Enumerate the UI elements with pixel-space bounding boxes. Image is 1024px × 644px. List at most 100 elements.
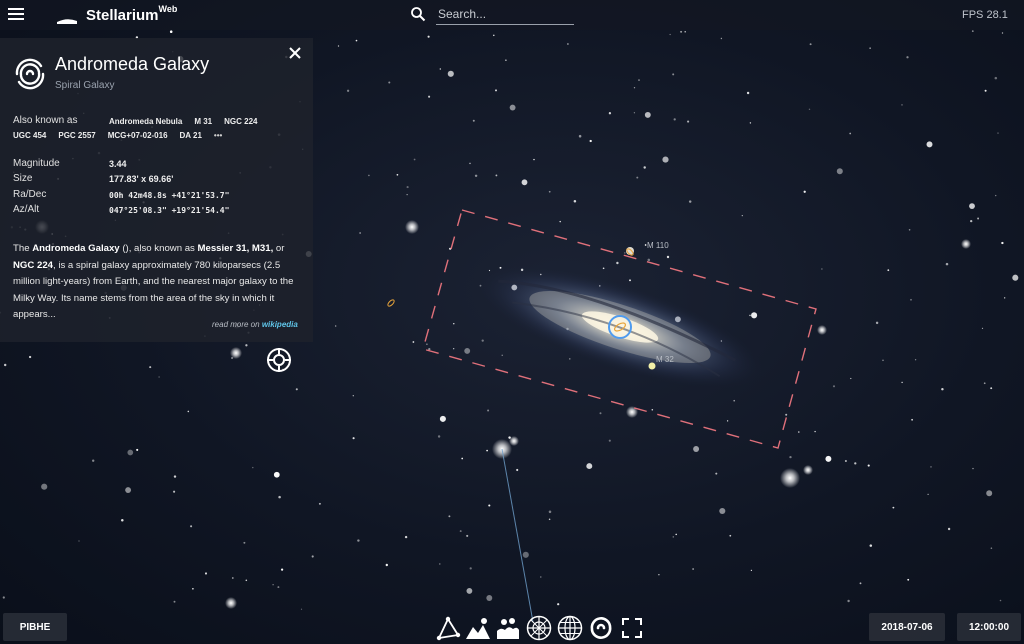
read-more-text: read more on	[212, 320, 262, 329]
star	[906, 56, 909, 59]
desc-text: The	[13, 243, 33, 254]
alias: DA 21	[179, 131, 202, 140]
star	[720, 37, 723, 40]
star	[644, 111, 651, 118]
more-aliases-button[interactable]: •••	[214, 131, 222, 140]
star	[252, 466, 254, 469]
m110-marker[interactable]	[626, 247, 634, 256]
alias: Andromeda Nebula	[109, 117, 183, 126]
star	[633, 112, 636, 114]
star	[469, 162, 471, 165]
star	[158, 376, 160, 378]
star	[673, 118, 676, 121]
star	[887, 269, 890, 272]
star	[352, 437, 355, 440]
search-icon[interactable]	[410, 6, 426, 22]
azimuthal-grid-icon[interactable]	[526, 615, 552, 641]
star	[548, 190, 551, 193]
attr-value-radec: 00h 42m48.8s +41°21'53.7"	[109, 191, 230, 200]
star	[672, 536, 675, 538]
star	[658, 574, 660, 576]
star	[629, 279, 631, 282]
bright-star[interactable]	[803, 465, 813, 475]
star	[741, 214, 743, 217]
star	[821, 268, 823, 270]
read-more: read more on wikipedia	[212, 320, 298, 329]
wikipedia-link[interactable]: wikipedia	[262, 320, 298, 329]
star	[459, 530, 462, 533]
m32-marker[interactable]	[648, 362, 656, 370]
object-description: The Andromeda Galaxy (), also known as M…	[13, 241, 308, 324]
bright-star[interactable]	[780, 468, 800, 488]
star	[669, 33, 671, 36]
fps-counter: FPS 28.1	[962, 9, 1008, 21]
star	[41, 483, 48, 490]
star	[651, 409, 654, 411]
star	[272, 584, 274, 586]
star	[636, 176, 639, 179]
star	[461, 457, 464, 460]
star	[169, 30, 173, 33]
star	[970, 219, 973, 223]
attr-label-size: Size	[13, 173, 33, 184]
star	[869, 544, 873, 547]
star	[990, 387, 993, 390]
star	[481, 339, 484, 342]
bright-star[interactable]	[509, 436, 519, 446]
menu-icon[interactable]	[8, 7, 24, 21]
star	[533, 158, 535, 161]
location-button[interactable]: PIBHE	[3, 613, 67, 641]
star	[633, 87, 636, 89]
bright-star[interactable]	[225, 597, 237, 609]
dso-marker[interactable]	[387, 299, 395, 307]
alias: M 31	[194, 117, 213, 126]
alias-row-1: Andromeda Nebula M 31 NGC 224	[109, 117, 270, 126]
star	[567, 43, 569, 45]
bright-star[interactable]	[405, 220, 419, 234]
also-known-as-label: Also known as	[13, 115, 78, 126]
star	[844, 459, 847, 463]
star	[859, 582, 862, 585]
center-on-object-icon[interactable]	[266, 347, 292, 373]
star	[300, 608, 303, 610]
constellation-lines-icon[interactable]	[436, 615, 462, 641]
search-input[interactable]	[436, 4, 574, 25]
star	[231, 577, 234, 579]
star	[693, 446, 700, 452]
deep-sky-objects-icon[interactable]	[588, 615, 614, 641]
app-title: StellariumWeb	[86, 4, 178, 24]
star	[413, 158, 416, 161]
alias: PGC 2557	[58, 131, 96, 140]
star	[599, 412, 602, 415]
fullscreen-icon[interactable]	[619, 615, 645, 641]
star	[495, 89, 497, 92]
star	[125, 487, 132, 494]
star	[204, 572, 208, 575]
star	[977, 217, 980, 220]
star	[453, 348, 455, 350]
desc-text: (), also known as	[119, 243, 198, 254]
galaxy-icon	[15, 58, 45, 90]
star	[647, 258, 651, 262]
bright-star[interactable]	[230, 347, 242, 359]
date-button[interactable]: 2018-07-06	[869, 613, 945, 641]
equatorial-grid-icon[interactable]	[557, 615, 583, 641]
star	[493, 34, 495, 37]
star	[357, 539, 360, 542]
landscape-icon[interactable]	[465, 615, 491, 641]
app-title-suffix: Web	[158, 4, 178, 14]
star	[127, 449, 134, 456]
time-button[interactable]: 12:00:00	[957, 613, 1021, 641]
star	[981, 327, 984, 330]
bright-star[interactable]	[817, 325, 827, 335]
star	[277, 586, 280, 589]
star	[243, 541, 246, 544]
star	[867, 464, 870, 467]
star	[192, 588, 194, 590]
bright-star[interactable]	[961, 239, 971, 249]
star	[505, 59, 507, 62]
close-icon[interactable]	[287, 45, 303, 61]
atmosphere-icon[interactable]	[495, 615, 521, 641]
star	[616, 261, 619, 265]
attr-value-magnitude: 3.44	[109, 159, 127, 169]
